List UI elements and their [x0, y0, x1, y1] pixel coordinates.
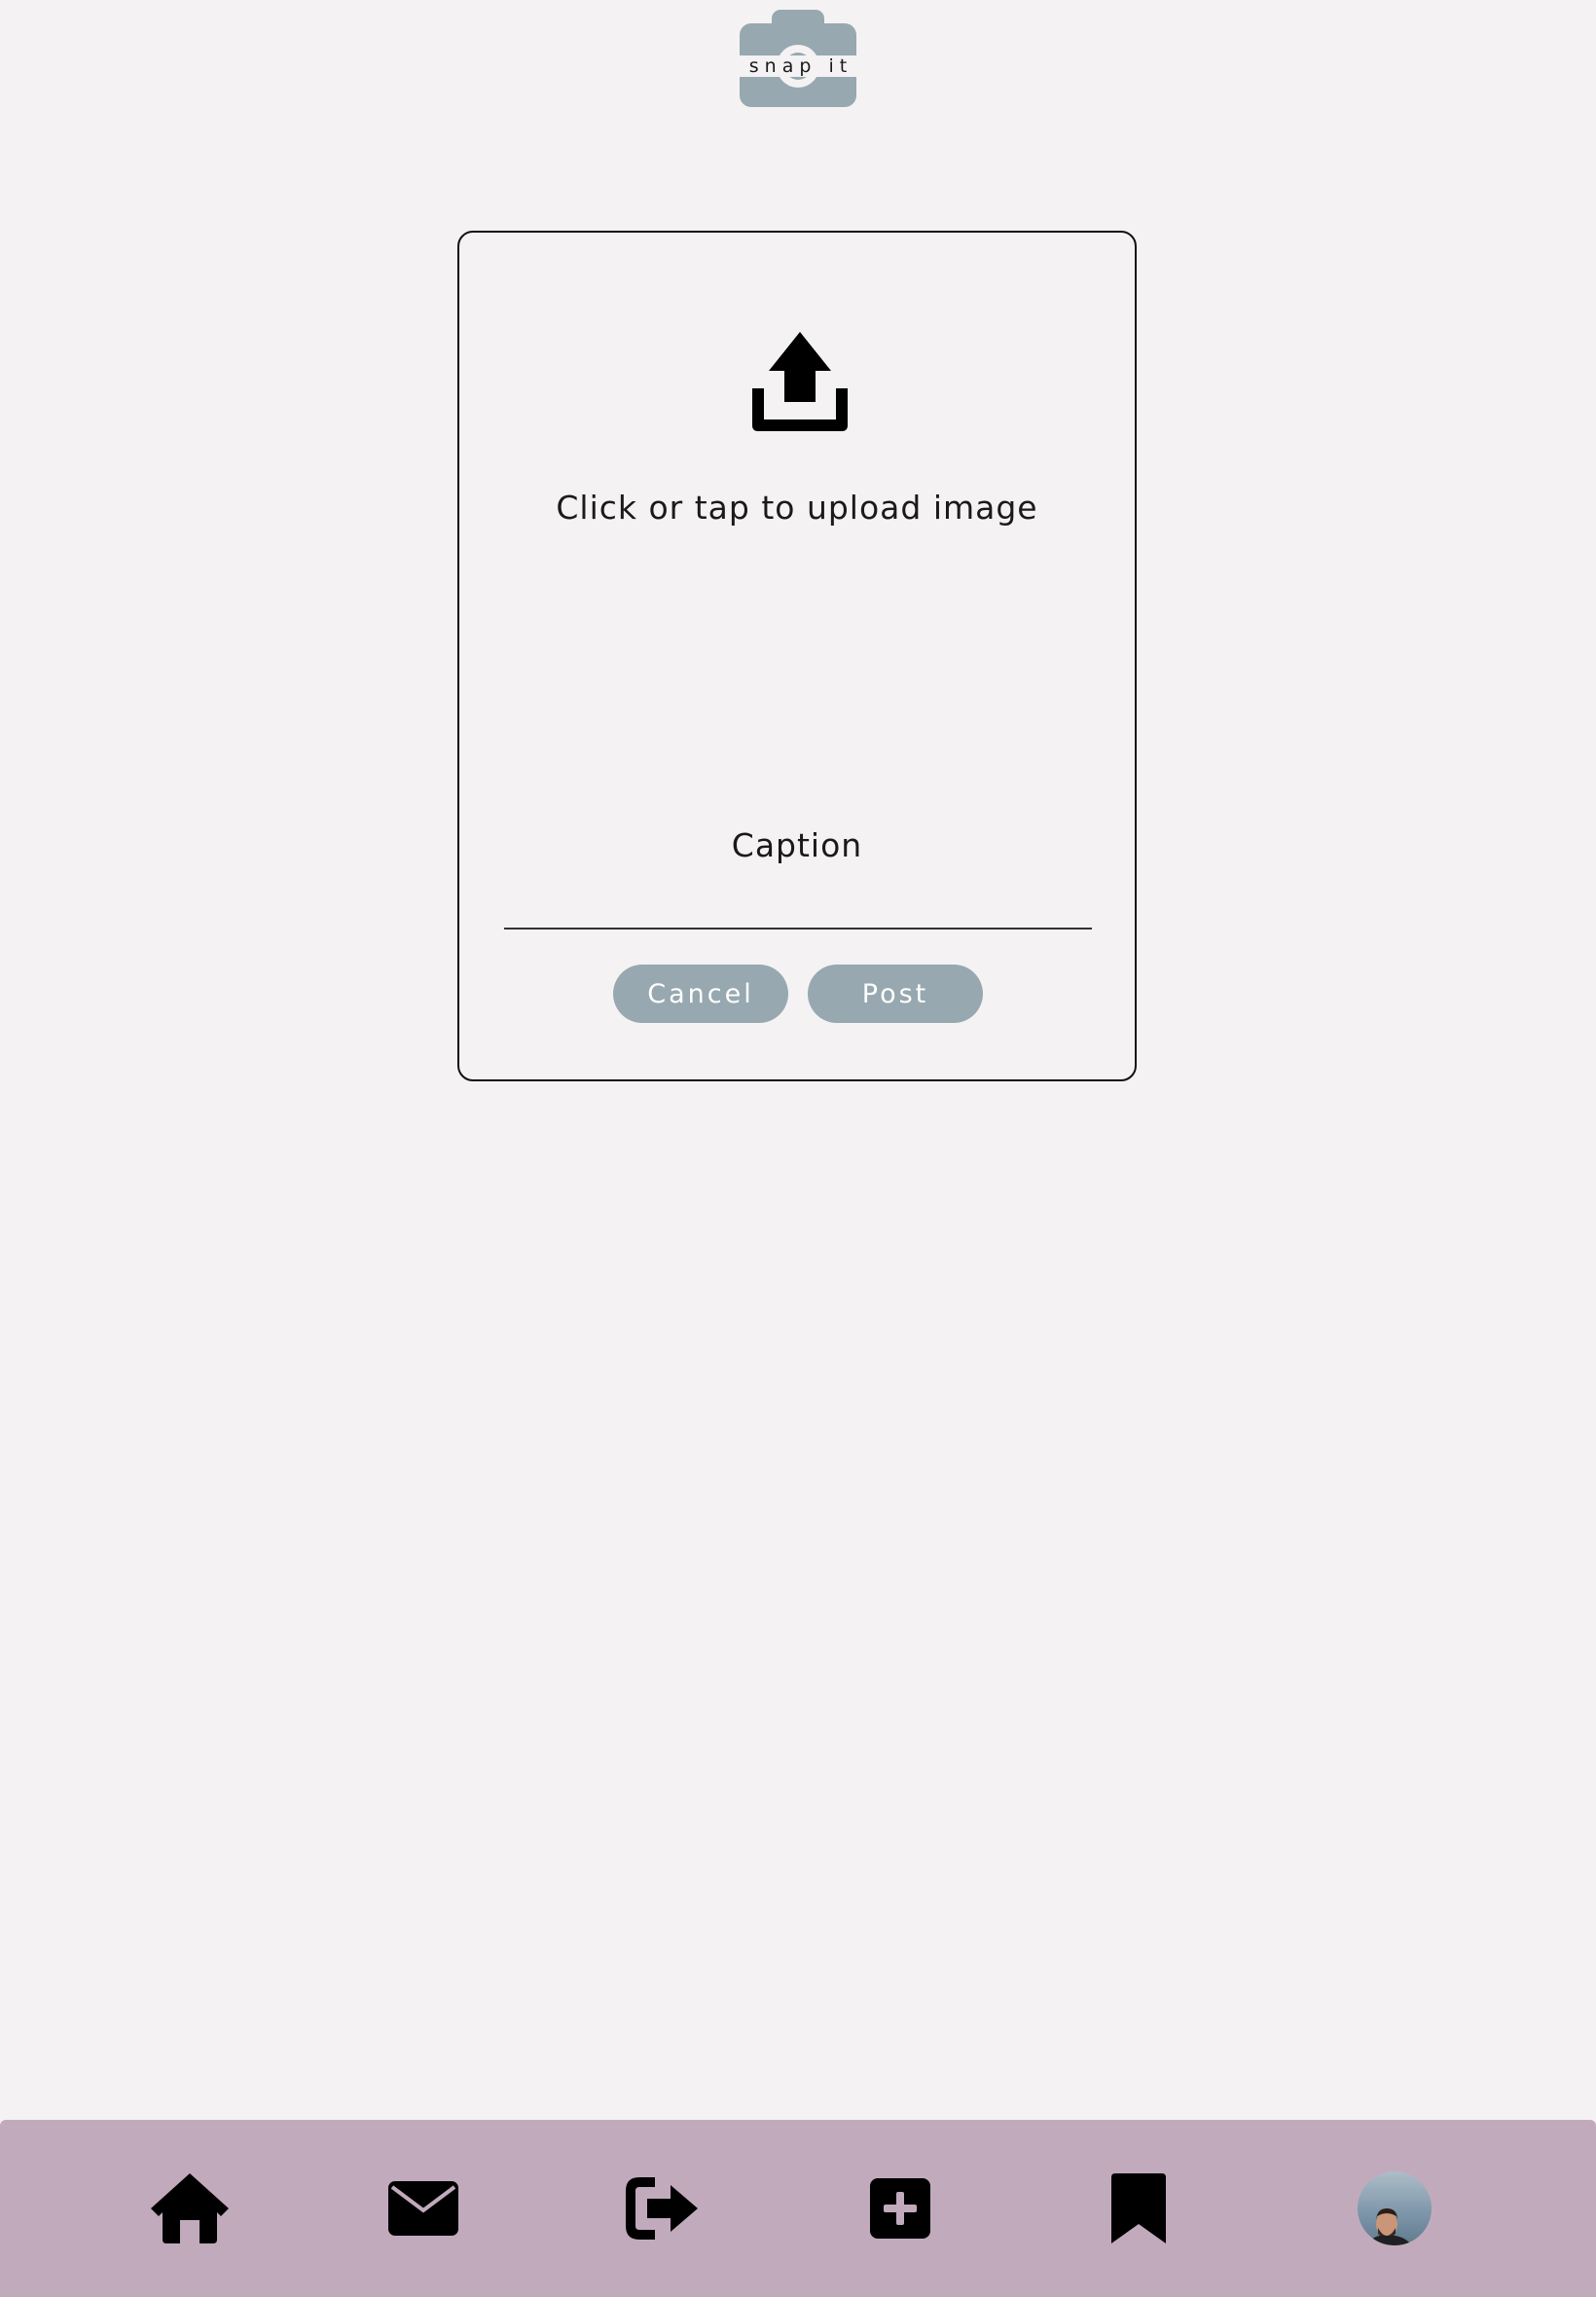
home-icon: [151, 2173, 229, 2243]
nav-saved[interactable]: [1080, 2120, 1197, 2297]
app-logo[interactable]: snap it: [740, 10, 856, 107]
bottom-navigation: [0, 2120, 1596, 2297]
bookmark-icon: [1111, 2173, 1166, 2243]
envelope-icon: [388, 2181, 458, 2236]
sign-out-icon: [626, 2177, 698, 2240]
avatar: [1358, 2171, 1432, 2245]
upload-prompt: Click or tap to upload image: [556, 489, 1038, 527]
caption-label: Caption: [731, 826, 863, 864]
nav-messages[interactable]: [365, 2120, 482, 2297]
image-upload-area[interactable]: Click or tap to upload image: [459, 233, 1135, 602]
logo-text: snap it: [740, 55, 856, 77]
nav-profile[interactable]: [1336, 2120, 1453, 2297]
upload-icon: [752, 332, 848, 431]
nav-new-post[interactable]: [842, 2120, 959, 2297]
plus-square-icon: [870, 2178, 930, 2239]
new-post-card: Click or tap to upload image Caption Can…: [457, 231, 1137, 1081]
nav-logout[interactable]: [603, 2120, 720, 2297]
caption-input[interactable]: [504, 875, 1092, 930]
nav-home[interactable]: [131, 2120, 248, 2297]
profile-photo: [1367, 2208, 1412, 2245]
cancel-button[interactable]: Cancel: [613, 965, 788, 1023]
post-button[interactable]: Post: [808, 965, 983, 1023]
